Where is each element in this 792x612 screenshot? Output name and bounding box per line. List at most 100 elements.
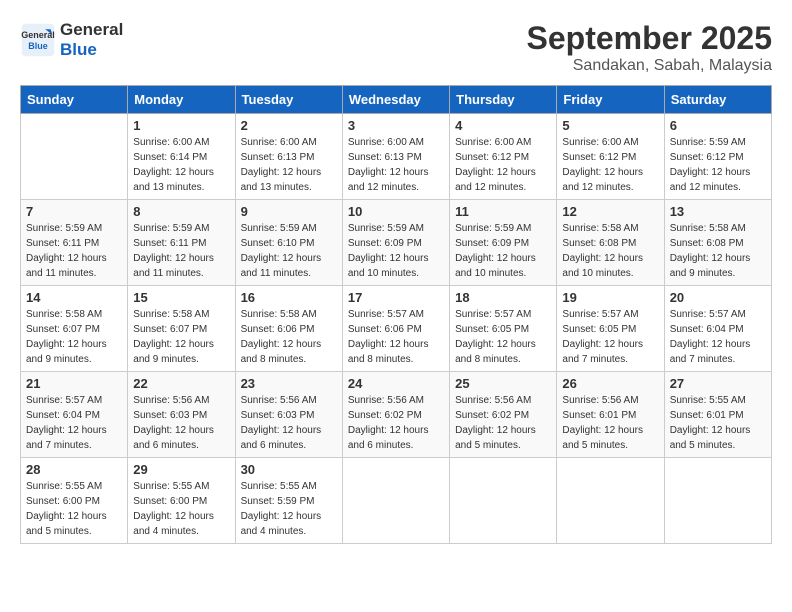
day-info: Sunrise: 6:00 AMSunset: 6:14 PMDaylight:… [133, 135, 229, 195]
day-info: Sunrise: 5:56 AMSunset: 6:03 PMDaylight:… [133, 393, 229, 453]
col-friday: Friday [557, 86, 664, 114]
day-number: 29 [133, 462, 229, 477]
week-row-3: 14 Sunrise: 5:58 AMSunset: 6:07 PMDayligh… [21, 286, 772, 372]
day-cell: 3 Sunrise: 6:00 AMSunset: 6:13 PMDaylight… [342, 114, 449, 200]
day-cell: 2Sunrise: 6:00 AMSunset: 6:13 PMDaylight… [235, 114, 342, 200]
day-number: 4 [455, 118, 551, 133]
day-cell: 28 Sunrise: 5:55 AMSunset: 6:00 PMDayligh… [21, 458, 128, 544]
day-number: 1 [133, 118, 229, 133]
day-cell: 21 Sunrise: 5:57 AMSunset: 6:04 PMDayligh… [21, 372, 128, 458]
col-monday: Monday [128, 86, 235, 114]
day-info: Sunrise: 5:59 AMSunset: 6:11 PMDaylight:… [133, 221, 229, 281]
day-number: 10 [348, 204, 444, 219]
day-info: Sunrise: 5:56 AMSunset: 6:01 PMDaylight:… [562, 393, 658, 453]
day-cell: 10 Sunrise: 5:59 AMSunset: 6:09 PMDayligh… [342, 200, 449, 286]
day-cell: 27Sunrise: 5:55 AMSunset: 6:01 PMDayligh… [664, 372, 771, 458]
day-cell: 18Sunrise: 5:57 AMSunset: 6:05 PMDayligh… [450, 286, 557, 372]
day-cell: 14Sunrise: 5:58 AMSunset: 6:07 PMDayligh… [21, 286, 128, 372]
day-cell: 5 Sunrise: 6:00 AMSunset: 6:12 PMDaylight… [557, 114, 664, 200]
col-saturday: Saturday [664, 86, 771, 114]
day-cell: 16 Sunrise: 5:58 AMSunset: 6:06 PMDayligh… [235, 286, 342, 372]
day-info: Sunrise: 5:59 AMSunset: 6:10 PMDaylight:… [241, 221, 337, 281]
day-cell [342, 458, 449, 544]
day-number: 14 [26, 290, 122, 305]
day-number: 21 [26, 376, 122, 391]
day-info: Sunrise: 5:56 AMSunset: 6:02 PMDaylight:… [348, 393, 444, 453]
day-cell: 26 Sunrise: 5:56 AMSunset: 6:01 PMDayligh… [557, 372, 664, 458]
day-number: 13 [670, 204, 766, 219]
day-info: Sunrise: 6:00 AMSunset: 6:12 PMDaylight:… [455, 135, 551, 195]
day-info: Sunrise: 5:57 AMSunset: 6:06 PMDaylight:… [348, 307, 444, 367]
day-number: 25 [455, 376, 551, 391]
day-info: Sunrise: 5:58 AMSunset: 6:06 PMDaylight:… [241, 307, 337, 367]
day-number: 8 [133, 204, 229, 219]
logo-line2: Blue [60, 40, 123, 60]
day-cell: 24 Sunrise: 5:56 AMSunset: 6:02 PMDayligh… [342, 372, 449, 458]
day-cell: 30Sunrise: 5:55 AMSunset: 5:59 PMDayligh… [235, 458, 342, 544]
day-number: 20 [670, 290, 766, 305]
day-number: 6 [670, 118, 766, 133]
day-number: 22 [133, 376, 229, 391]
title-block: September 2025 Sandakan, Sabah, Malaysia [527, 20, 772, 75]
day-number: 5 [562, 118, 658, 133]
col-thursday: Thursday [450, 86, 557, 114]
day-cell [557, 458, 664, 544]
day-info: Sunrise: 5:55 AMSunset: 6:00 PMDaylight:… [133, 479, 229, 539]
day-number: 28 [26, 462, 122, 477]
col-sunday: Sunday [21, 86, 128, 114]
day-cell [450, 458, 557, 544]
calendar-table: Sunday Monday Tuesday Wednesday Thursday… [20, 85, 772, 544]
week-row-2: 7 Sunrise: 5:59 AMSunset: 6:11 PMDaylight… [21, 200, 772, 286]
calendar-subtitle: Sandakan, Sabah, Malaysia [527, 57, 772, 75]
day-info: Sunrise: 5:59 AMSunset: 6:11 PMDaylight:… [26, 221, 122, 281]
day-info: Sunrise: 5:58 AMSunset: 6:07 PMDaylight:… [133, 307, 229, 367]
day-number: 9 [241, 204, 337, 219]
day-number: 30 [241, 462, 337, 477]
col-tuesday: Tuesday [235, 86, 342, 114]
day-cell: 29 Sunrise: 5:55 AMSunset: 6:00 PMDayligh… [128, 458, 235, 544]
day-cell: 9 Sunrise: 5:59 AMSunset: 6:10 PMDaylight… [235, 200, 342, 286]
col-wednesday: Wednesday [342, 86, 449, 114]
day-number: 15 [133, 290, 229, 305]
day-number: 7 [26, 204, 122, 219]
day-cell [664, 458, 771, 544]
day-cell: 15 Sunrise: 5:58 AMSunset: 6:07 PMDayligh… [128, 286, 235, 372]
day-number: 12 [562, 204, 658, 219]
day-info: Sunrise: 5:57 AMSunset: 6:05 PMDaylight:… [562, 307, 658, 367]
day-info: Sunrise: 6:00 AMSunset: 6:12 PMDaylight:… [562, 135, 658, 195]
day-info: Sunrise: 5:55 AMSunset: 6:01 PMDaylight:… [670, 393, 766, 453]
day-info: Sunrise: 5:56 AMSunset: 6:02 PMDaylight:… [455, 393, 551, 453]
day-number: 18 [455, 290, 551, 305]
day-info: Sunrise: 5:57 AMSunset: 6:04 PMDaylight:… [670, 307, 766, 367]
day-cell [21, 114, 128, 200]
day-number: 16 [241, 290, 337, 305]
day-number: 26 [562, 376, 658, 391]
day-cell: 13 Sunrise: 5:58 AMSunset: 6:08 PMDayligh… [664, 200, 771, 286]
day-cell: 20 Sunrise: 5:57 AMSunset: 6:04 PMDayligh… [664, 286, 771, 372]
day-info: Sunrise: 5:57 AMSunset: 6:04 PMDaylight:… [26, 393, 122, 453]
logo-line1: General [60, 20, 123, 40]
calendar-title: September 2025 [527, 20, 772, 57]
day-info: Sunrise: 5:55 AMSunset: 6:00 PMDaylight:… [26, 479, 122, 539]
day-info: Sunrise: 5:59 AMSunset: 6:09 PMDaylight:… [348, 221, 444, 281]
page-header: General Blue General Blue September 2025… [20, 20, 772, 75]
day-number: 19 [562, 290, 658, 305]
day-cell: 12Sunrise: 5:58 AMSunset: 6:08 PMDayligh… [557, 200, 664, 286]
day-cell: 1 Sunrise: 6:00 AMSunset: 6:14 PMDaylight… [128, 114, 235, 200]
day-cell: 7 Sunrise: 5:59 AMSunset: 6:11 PMDaylight… [21, 200, 128, 286]
day-cell: 8 Sunrise: 5:59 AMSunset: 6:11 PMDaylight… [128, 200, 235, 286]
day-cell: 23Sunrise: 5:56 AMSunset: 6:03 PMDayligh… [235, 372, 342, 458]
week-row-5: 28 Sunrise: 5:55 AMSunset: 6:00 PMDayligh… [21, 458, 772, 544]
logo-icon: General Blue [20, 22, 56, 58]
day-number: 3 [348, 118, 444, 133]
day-info: Sunrise: 5:59 AMSunset: 6:09 PMDaylight:… [455, 221, 551, 281]
day-cell: 4 Sunrise: 6:00 AMSunset: 6:12 PMDaylight… [450, 114, 557, 200]
day-cell: 11Sunrise: 5:59 AMSunset: 6:09 PMDayligh… [450, 200, 557, 286]
logo: General Blue General Blue [20, 20, 123, 61]
day-info: Sunrise: 5:58 AMSunset: 6:08 PMDaylight:… [670, 221, 766, 281]
day-cell: 17Sunrise: 5:57 AMSunset: 6:06 PMDayligh… [342, 286, 449, 372]
day-number: 2 [241, 118, 337, 133]
day-number: 24 [348, 376, 444, 391]
day-cell: 22 Sunrise: 5:56 AMSunset: 6:03 PMDayligh… [128, 372, 235, 458]
day-info: Sunrise: 6:00 AMSunset: 6:13 PMDaylight:… [348, 135, 444, 195]
